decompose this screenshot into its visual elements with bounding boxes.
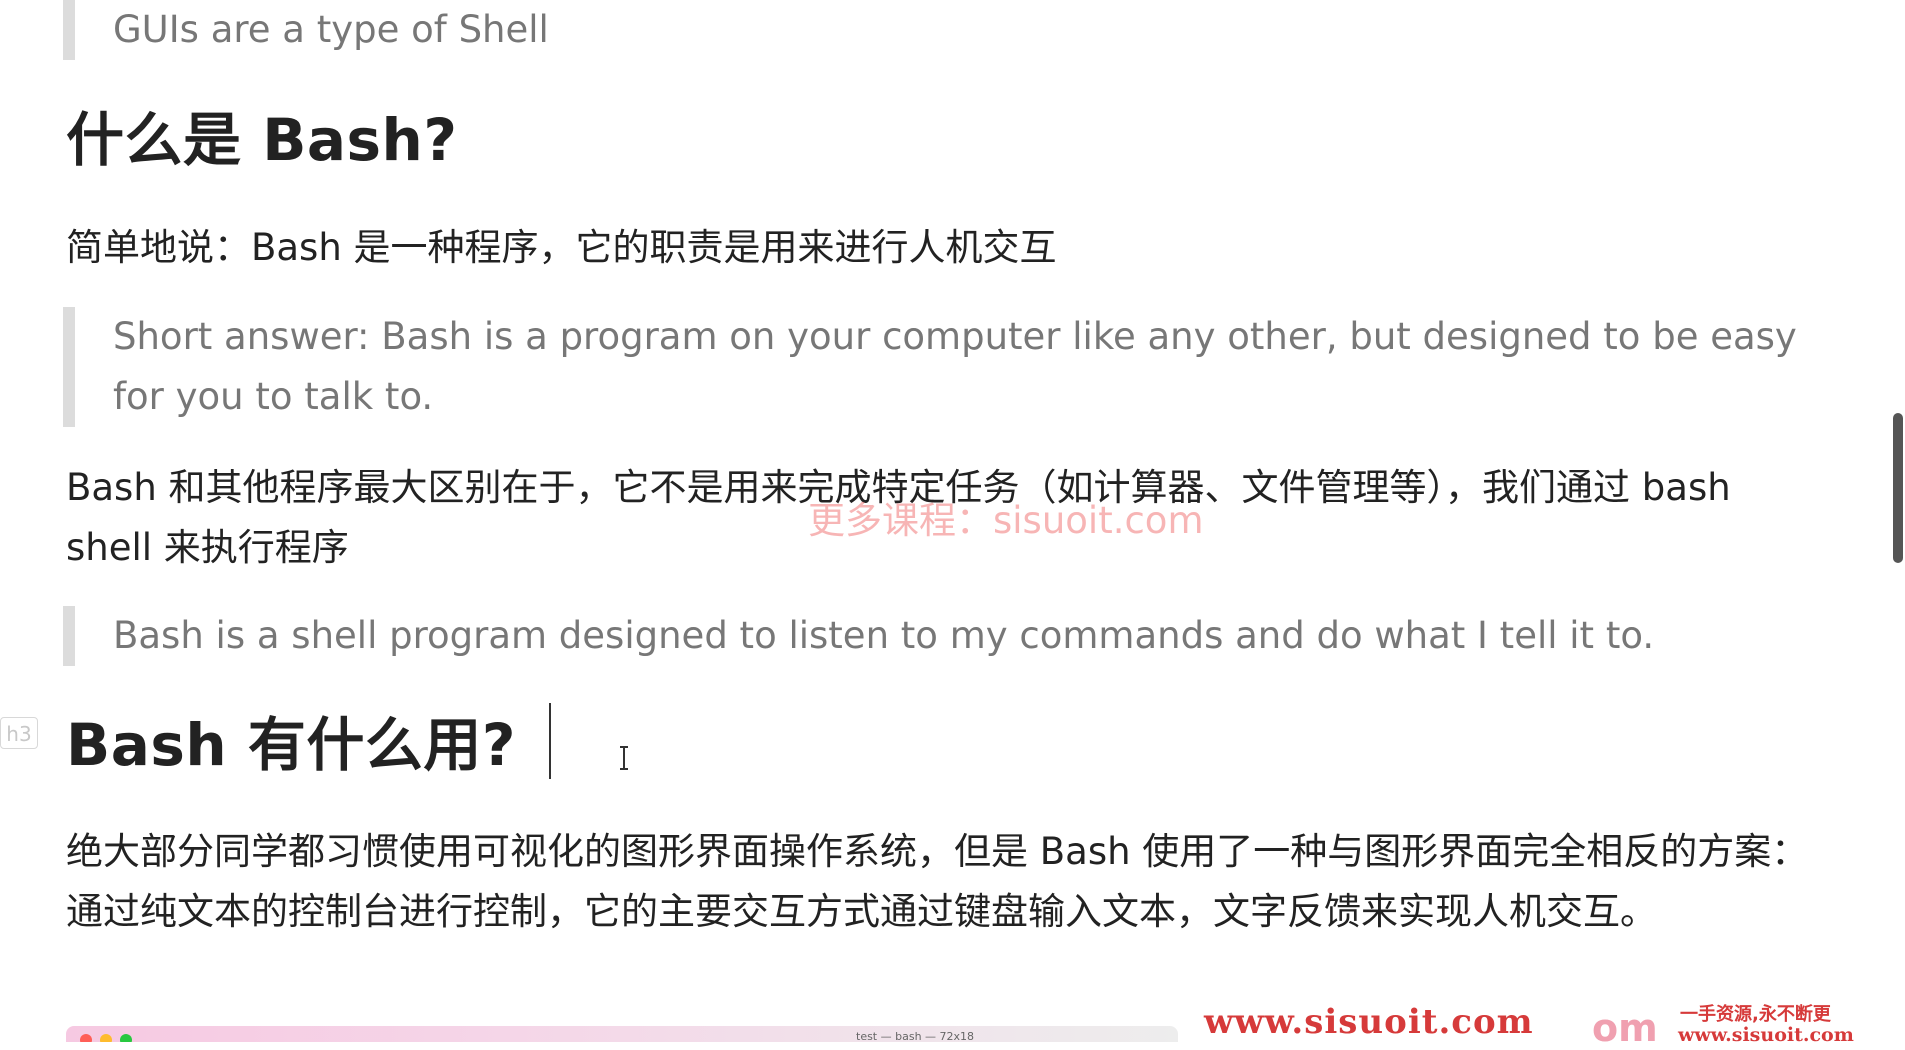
paragraph-uses: 绝大部分同学都习惯使用可视化的图形界面操作系统，但是 Bash 使用了一种与图形… [66, 830, 1809, 933]
text-caret [549, 703, 551, 779]
minimize-dot-icon [100, 1034, 112, 1042]
vertical-scrollbar[interactable] [1887, 0, 1905, 1042]
terminal-window-title: test — bash — 72x18 [856, 1030, 975, 1042]
watermark-om: om [1592, 1006, 1658, 1050]
close-dot-icon [80, 1034, 92, 1042]
blockquote-text: GUIs are a type of Shell [113, 8, 549, 51]
watermark-center-text: 更多课程：sisuoit.com [808, 499, 1204, 542]
blockquote-text: Bash is a shell program designed to list… [113, 614, 1655, 657]
ibeam-cursor-icon [620, 746, 628, 770]
heading-level-badge: h3 [0, 717, 38, 749]
embedded-terminal-screenshot: test — bash — 72x18 [66, 1026, 1178, 1042]
blockquote-text: Short answer: Bash is a program on your … [113, 315, 1797, 418]
watermark-site-small: www.sisuoit.com [1678, 1024, 1854, 1046]
watermark-site: www.sisuoit.com [1204, 1002, 1534, 1042]
blockquote-guis: GUIs are a type of Shell [63, 0, 1803, 60]
watermark-slogan: 一手资源,永不断更 [1680, 1004, 1831, 1025]
zoom-dot-icon [120, 1034, 132, 1042]
paragraph-short-definition: 简单地说：Bash 是一种程序，它的职责是用来进行人机交互 [66, 226, 1057, 269]
blockquote-listen: Bash is a shell program designed to list… [63, 606, 1803, 666]
scrollbar-thumb[interactable] [1893, 413, 1903, 563]
heading-bash-uses[interactable]: Bash 有什么用? [66, 710, 516, 780]
heading-what-is-bash: 什么是 Bash? [66, 106, 458, 174]
blockquote-short-answer: Short answer: Bash is a program on your … [63, 307, 1803, 427]
